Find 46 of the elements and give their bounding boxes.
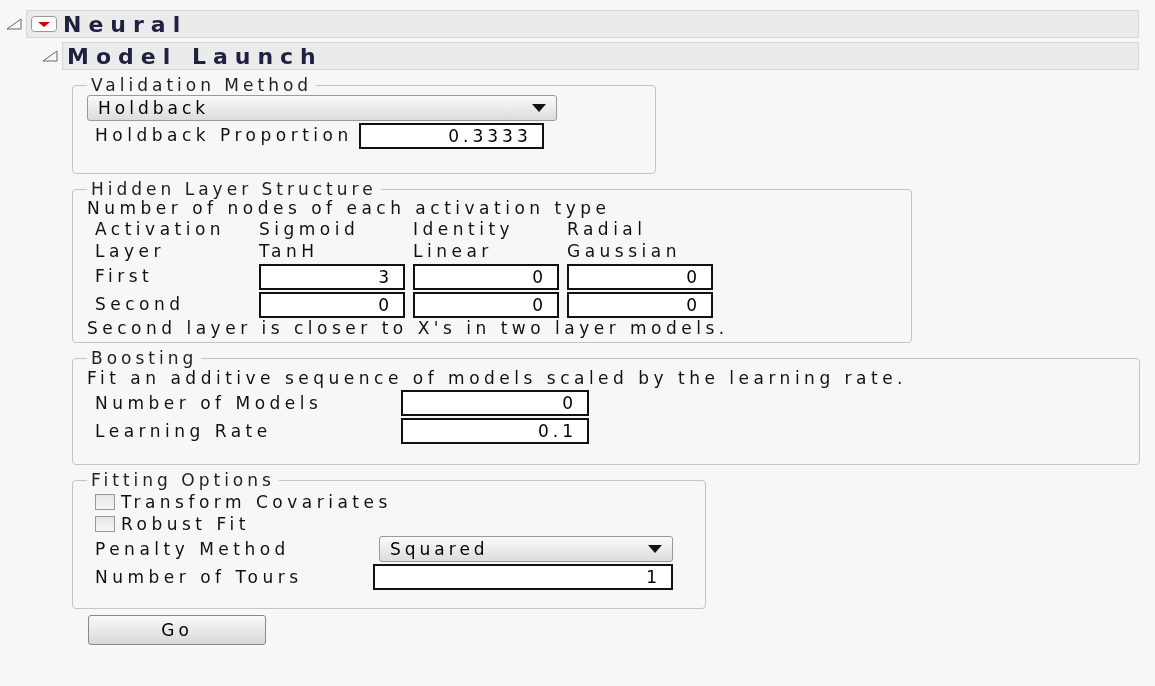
dropdown[interactable]: Holdback bbox=[87, 94, 557, 121]
menu-icon[interactable] bbox=[31, 16, 57, 32]
input-field[interactable]: 0.3333 bbox=[358, 122, 544, 149]
dropdown[interactable]: Squared bbox=[379, 536, 673, 563]
checkbox-label: Transform Covariates bbox=[121, 491, 392, 513]
column-header: Linear bbox=[413, 241, 494, 262]
input-field[interactable]: 3 bbox=[259, 263, 405, 290]
input-field[interactable]: 1 bbox=[373, 564, 673, 591]
input-field[interactable]: 0 bbox=[413, 263, 559, 290]
outline-title: Neural bbox=[63, 11, 188, 37]
row-label: First bbox=[95, 266, 155, 287]
field-label: Learning Rate bbox=[95, 420, 273, 442]
go-button[interactable]: Go bbox=[88, 615, 266, 646]
column-header: Identity bbox=[413, 218, 516, 240]
checkbox[interactable] bbox=[95, 493, 115, 510]
input-field[interactable]: 0 bbox=[567, 263, 713, 290]
field-label: Number of Models bbox=[95, 392, 324, 414]
checkbox-label: Robust Fit bbox=[121, 514, 250, 535]
outline-title: Model Launch bbox=[67, 43, 323, 69]
column-header: Activation bbox=[95, 218, 227, 240]
field-label: Holdback Proportion bbox=[95, 125, 353, 146]
disclosure-triangle-icon[interactable] bbox=[6, 18, 22, 30]
column-header: Layer bbox=[95, 241, 166, 262]
input-field[interactable]: 0 bbox=[413, 291, 559, 318]
input-field[interactable]: 0 bbox=[259, 291, 405, 318]
group-title: Validation Method bbox=[90, 76, 314, 95]
checkbox[interactable] bbox=[95, 516, 115, 533]
column-header: TanH bbox=[259, 241, 320, 262]
description-text: Number of nodes of each activation type bbox=[87, 198, 611, 219]
column-header: Radial bbox=[567, 218, 648, 240]
column-header: Sigmoid bbox=[259, 218, 361, 240]
input-field[interactable]: 0 bbox=[401, 390, 589, 416]
field-label: Number of Tours bbox=[95, 567, 304, 588]
disclosure-triangle-icon[interactable] bbox=[42, 50, 58, 62]
caret-icon bbox=[532, 103, 546, 112]
input-field[interactable]: 0.1 bbox=[401, 418, 589, 444]
note-text: Second layer is closer to X's in two layer models. bbox=[87, 317, 729, 338]
row-label: Second bbox=[95, 294, 186, 315]
group-title: Hidden Layer Structure bbox=[90, 179, 378, 199]
group-title: Boosting bbox=[90, 348, 199, 368]
group-title: Fitting Options bbox=[90, 471, 276, 490]
description-text: Fit an additive sequence of models scaled by the learning rate. bbox=[87, 367, 908, 388]
field-label: Penalty Method bbox=[95, 539, 291, 560]
column-header: Gaussian bbox=[567, 241, 682, 262]
caret-icon bbox=[648, 545, 662, 554]
input-field[interactable]: 0 bbox=[567, 291, 713, 318]
